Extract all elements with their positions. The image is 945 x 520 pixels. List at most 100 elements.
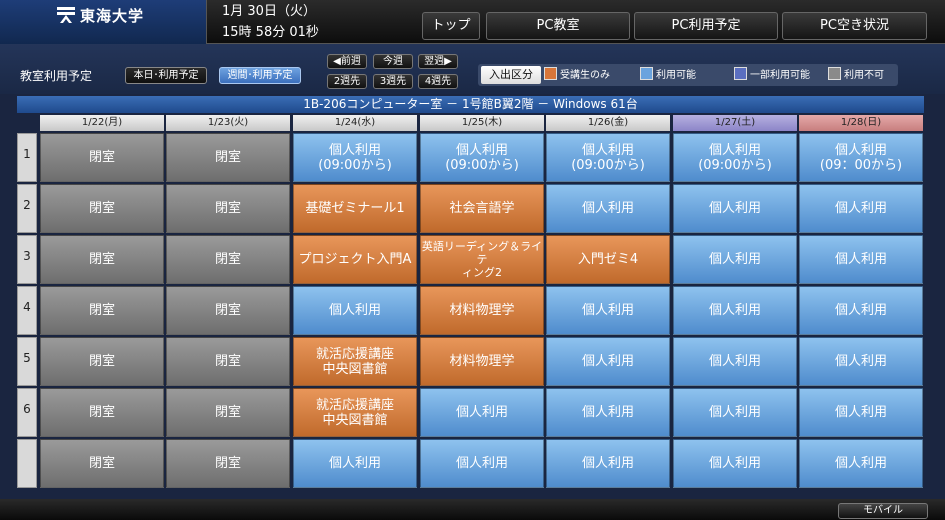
schedule-cell[interactable]: 個人利用	[799, 235, 923, 284]
schedule-cell[interactable]: 個人利用	[420, 439, 544, 488]
schedule-cell[interactable]: 閉室	[166, 235, 290, 284]
period-label: 2	[17, 184, 37, 233]
schedule-cell[interactable]: 閉室	[40, 235, 164, 284]
schedule-cell[interactable]: 基礎ゼミナール1	[293, 184, 417, 233]
schedule-cell[interactable]: 個人利用 (09:00から)	[546, 133, 670, 182]
legend-item-students-only: 受講生のみ	[544, 67, 610, 83]
schedule-cell[interactable]: 閉室	[166, 439, 290, 488]
legend-label: 一部利用可能	[750, 70, 810, 81]
period-label: 3	[17, 235, 37, 284]
legend-title: 入出区分	[481, 66, 541, 84]
legend-item-available: 利用可能	[640, 67, 696, 83]
schedule-cell[interactable]: 個人利用	[546, 439, 670, 488]
prev-week-button[interactable]: ◀前週	[327, 54, 367, 69]
legend-label: 利用不可	[844, 70, 884, 81]
legend-swatch	[828, 67, 841, 80]
schedule-cell[interactable]: 個人利用	[673, 184, 797, 233]
schedule-cell[interactable]: 個人利用	[799, 184, 923, 233]
schedule-cell[interactable]: 閉室	[166, 286, 290, 335]
footer: モバイル	[0, 499, 945, 520]
nav-pc-room-button[interactable]: PC教室	[486, 12, 630, 40]
day-header: 1/26(金)	[546, 115, 670, 131]
schedule-cell[interactable]: 閉室	[40, 184, 164, 233]
legend-swatch	[544, 67, 557, 80]
schedule-cell[interactable]: 個人利用	[673, 439, 797, 488]
schedule-cell[interactable]: 入門ゼミ4	[546, 235, 670, 284]
schedule-cell[interactable]: 個人利用	[799, 388, 923, 437]
legend-swatch	[734, 67, 747, 80]
schedule-cell[interactable]: 個人利用 (09:00から)	[673, 133, 797, 182]
this-week-button[interactable]: 今週	[373, 54, 413, 69]
schedule-cell[interactable]: 個人利用	[293, 286, 417, 335]
day-header: 1/28(日)	[799, 115, 923, 131]
schedule-cell[interactable]: 個人利用	[546, 184, 670, 233]
schedule-cell[interactable]: 閉室	[40, 286, 164, 335]
schedule-cell[interactable]: 個人利用	[673, 337, 797, 386]
schedule-cell[interactable]: 就活応援講座 中央図書館	[293, 388, 417, 437]
period-label: 6	[17, 388, 37, 437]
current-date: 1月 30日（火）	[222, 4, 316, 19]
nav-top-button[interactable]: トップ	[422, 12, 480, 40]
day-header: 1/27(土)	[673, 115, 797, 131]
schedule-cell[interactable]: 閉室	[166, 337, 290, 386]
schedule-cell[interactable]: プロジェクト入門A	[293, 235, 417, 284]
datetime: 1月 30日（火） 15時 58分 01秒	[222, 1, 319, 43]
schedule-cell[interactable]: 閉室	[166, 388, 290, 437]
day-header: 1/25(木)	[420, 115, 544, 131]
logo-text: 東海大学	[80, 7, 145, 25]
legend-label: 受講生のみ	[560, 70, 610, 81]
schedule-cell[interactable]: 個人利用	[673, 235, 797, 284]
schedule-cell[interactable]: 個人利用	[799, 337, 923, 386]
period-label: 1	[17, 133, 37, 182]
schedule-cell[interactable]: 閉室	[40, 337, 164, 386]
schedule-cell[interactable]: 材料物理学	[420, 337, 544, 386]
room-info-bar: 1B-206コンピューター室 － 1号館B翼2階 － Windows 61台	[17, 96, 924, 113]
page-title: 教室利用予定	[20, 69, 93, 83]
schedule-cell[interactable]: 個人利用	[420, 388, 544, 437]
schedule-cell[interactable]: 閉室	[166, 133, 290, 182]
schedule-cell[interactable]: 就活応援講座 中央図書館	[293, 337, 417, 386]
day-header: 1/22(月)	[40, 115, 164, 131]
schedule-cell[interactable]: 個人利用	[673, 286, 797, 335]
legend-swatch	[640, 67, 653, 80]
schedule-cell[interactable]: 個人利用	[673, 388, 797, 437]
legend-item-partially-available: 一部利用可能	[734, 67, 810, 83]
mobile-button[interactable]: モバイル	[838, 503, 928, 519]
schedule-cell[interactable]: 個人利用	[546, 337, 670, 386]
toolbar: 教室利用予定 本日･利用予定 週間･利用予定 ◀前週 今週 翌週▶ 2週先 3週…	[0, 44, 945, 94]
schedule-cell[interactable]: 閉室	[40, 133, 164, 182]
schedule-cell[interactable]: 閉室	[40, 439, 164, 488]
schedule-cell[interactable]: 個人利用	[546, 388, 670, 437]
legend: 入出区分 受講生のみ 利用可能 一部利用可能 利用不可	[478, 64, 898, 86]
logo[interactable]: 東海大学	[0, 0, 207, 44]
schedule-cell[interactable]: 個人利用	[799, 439, 923, 488]
legend-label: 利用可能	[656, 70, 696, 81]
next-week-button[interactable]: 翌週▶	[418, 54, 458, 69]
schedule-cell[interactable]: 閉室	[166, 184, 290, 233]
day-header: 1/24(水)	[293, 115, 417, 131]
schedule-cell[interactable]: 材料物理学	[420, 286, 544, 335]
schedule-cell[interactable]: 個人利用	[799, 286, 923, 335]
today-schedule-button[interactable]: 本日･利用予定	[125, 67, 207, 84]
day-header: 1/23(火)	[166, 115, 290, 131]
schedule-cell[interactable]: 社会言語学	[420, 184, 544, 233]
nav-pc-availability-button[interactable]: PC空き状況	[782, 12, 927, 40]
period-label: 5	[17, 337, 37, 386]
weekly-schedule-button[interactable]: 週間･利用予定	[219, 67, 301, 84]
two-weeks-ahead-button[interactable]: 2週先	[327, 74, 367, 89]
schedule-cell[interactable]: 閉室	[40, 388, 164, 437]
three-weeks-ahead-button[interactable]: 3週先	[373, 74, 413, 89]
legend-item-unavailable: 利用不可	[828, 67, 884, 83]
period-label: 4	[17, 286, 37, 335]
schedule-cell[interactable]: 英語リーディング＆ライテ ィング2	[420, 235, 544, 284]
period-label	[17, 439, 37, 488]
schedule-cell[interactable]: 個人利用	[546, 286, 670, 335]
schedule-cell[interactable]: 個人利用	[293, 439, 417, 488]
schedule-cell[interactable]: 個人利用 (09:00から)	[420, 133, 544, 182]
schedule-cell[interactable]: 個人利用 (09:00から)	[293, 133, 417, 182]
nav-pc-schedule-button[interactable]: PC利用予定	[634, 12, 778, 40]
current-time: 15時 58分 01秒	[222, 25, 319, 40]
university-logo-icon	[57, 7, 75, 23]
four-weeks-ahead-button[interactable]: 4週先	[418, 74, 458, 89]
schedule-cell[interactable]: 個人利用 (09：00から)	[799, 133, 923, 182]
